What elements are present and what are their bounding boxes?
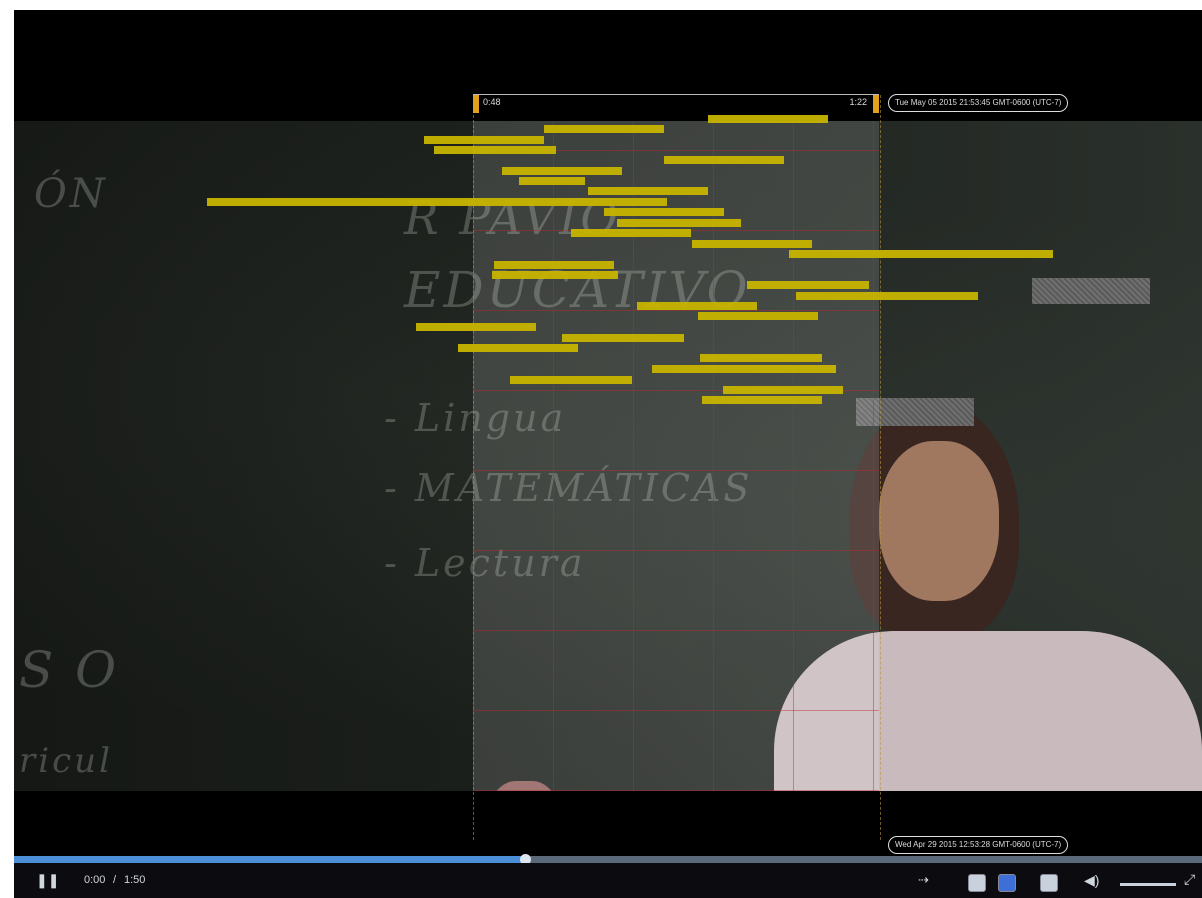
annotation-bar[interactable] — [702, 396, 822, 404]
volume-icon[interactable]: ◀) — [1084, 872, 1099, 889]
annotation-bar[interactable] — [207, 198, 667, 206]
annotation-bar[interactable] — [604, 208, 724, 216]
top-date-badge: Tue May 05 2015 21:53:45 GMT-0600 (UTC-7… — [888, 94, 1069, 112]
board-text: S O — [19, 641, 120, 699]
annotation-bar[interactable] — [416, 323, 536, 331]
annotation-bar[interactable] — [617, 219, 741, 227]
annotation-bar[interactable] — [664, 156, 784, 164]
window-start-handle[interactable] — [473, 95, 479, 113]
seek-bar[interactable] — [14, 854, 1202, 865]
video-player: ÓN R PAVIO EDUCATIVO - Lingua - MATEMÁTI… — [14, 10, 1202, 898]
annotation-bar[interactable] — [492, 271, 618, 279]
control-bar: ❚❚ 0:00 / 1:50 ⇢ ◀) ⤢ — [14, 863, 1202, 898]
overlay-view-button[interactable] — [1040, 874, 1058, 892]
volume-slider[interactable] — [1120, 883, 1176, 886]
split-view-button[interactable] — [998, 874, 1016, 892]
annotation-bar[interactable] — [588, 187, 708, 195]
annotation-bar[interactable] — [637, 302, 757, 310]
seek-bar-played — [14, 856, 525, 863]
window-start-time: 0:48 — [483, 97, 501, 107]
annotation-bar[interactable] — [434, 146, 556, 154]
annotation-bar[interactable] — [494, 261, 614, 269]
annotation-bar[interactable] — [723, 386, 843, 394]
annotation-bar[interactable] — [562, 334, 684, 342]
window-end-time: 1:22 — [849, 97, 867, 107]
fullscreen-icon[interactable]: ⤢ — [1184, 871, 1195, 888]
bottom-date-badge: Wed Apr 29 2015 12:53:28 GMT-0600 (UTC-7… — [888, 836, 1069, 854]
annotation-bar[interactable] — [747, 281, 869, 289]
annotation-bar[interactable] — [652, 365, 836, 373]
annotation-bar[interactable] — [510, 376, 632, 384]
current-time: 0:00 — [84, 874, 106, 886]
time-separator: / — [113, 874, 117, 886]
annotation-bar[interactable] — [544, 125, 664, 133]
annotation-bar[interactable] — [700, 354, 822, 362]
annotation-bar[interactable] — [458, 344, 578, 352]
annotation-bar[interactable] — [502, 167, 622, 175]
window-end-handle[interactable] — [873, 95, 879, 113]
annotation-bar[interactable] — [708, 115, 828, 123]
annotation-bar[interactable] — [571, 229, 691, 237]
speed-icon[interactable]: ⇢ — [918, 872, 929, 888]
annotation-bar[interactable] — [796, 292, 978, 300]
redaction-box — [1032, 278, 1150, 304]
annotation-bar[interactable] — [424, 136, 544, 144]
annotation-bar[interactable] — [789, 250, 1053, 258]
board-text: ricul — [19, 741, 113, 781]
annotation-bar[interactable] — [519, 177, 585, 185]
window-timeline[interactable]: 0:48 1:22 — [473, 94, 879, 115]
single-view-button[interactable] — [968, 874, 986, 892]
board-text: ÓN — [34, 171, 108, 217]
pause-icon[interactable]: ❚❚ — [36, 872, 59, 889]
annotation-bar[interactable] — [692, 240, 812, 248]
annotation-bar[interactable] — [698, 312, 818, 320]
duration: 1:50 — [124, 874, 146, 886]
